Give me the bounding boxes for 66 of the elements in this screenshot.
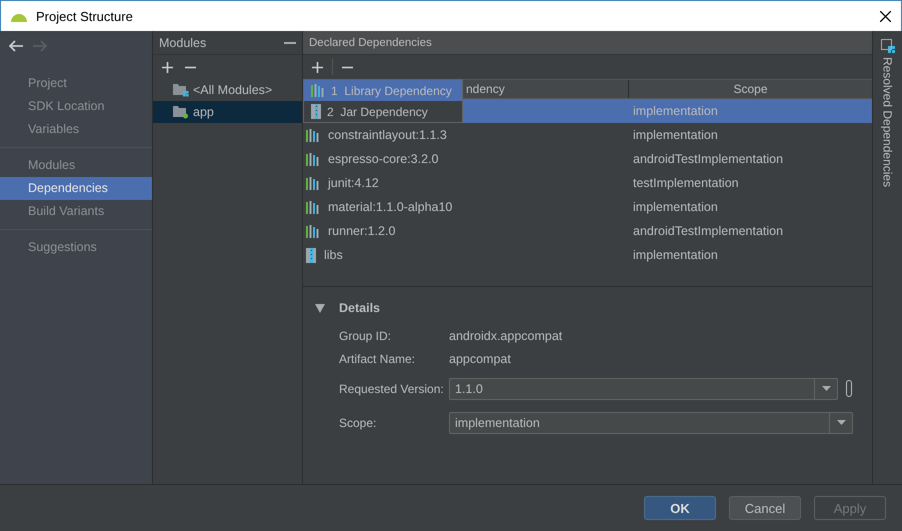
field-label: Scope:: [339, 416, 378, 430]
sidebar-item[interactable]: Dependencies: [0, 177, 152, 200]
jar-icon: [311, 104, 321, 119]
scope-text: implementation: [633, 104, 718, 118]
caret-icon: [822, 386, 830, 391]
library-icon: [306, 224, 320, 238]
sidebar-item[interactable]: Variables: [0, 118, 152, 141]
window-title: Project Structure: [36, 8, 133, 24]
dependency-row[interactable]: constraintlayout:1.1.3 implementation: [303, 123, 872, 147]
scope-text: implementation: [633, 128, 718, 142]
sidebar-item[interactable]: Suggestions: [0, 236, 152, 259]
sidebar-item[interactable]: Modules: [0, 154, 152, 177]
dependency-name: runner:1.2.0: [328, 224, 396, 238]
jar-icon: [306, 248, 316, 262]
sidebar-item[interactable]: Build Variants: [0, 200, 152, 223]
library-icon: [306, 152, 320, 166]
pane-title: Declared Dependencies: [309, 36, 432, 48]
library-icon: [306, 200, 320, 214]
field-label: Requested Version:: [339, 382, 445, 396]
scope-text: testImplementation: [633, 176, 739, 190]
library-icon: [311, 84, 325, 97]
dialog-button[interactable]: OK: [644, 496, 716, 520]
scope-combo-box[interactable]: implementation: [449, 412, 853, 434]
dependency-name: libs: [324, 248, 343, 262]
dependency-row[interactable]: material:1.1.0-alpha10 implementation: [303, 195, 872, 219]
section-title: Details: [339, 301, 380, 315]
dependency-name: material:1.1.0-alpha10: [328, 200, 452, 214]
folder-icon: [173, 105, 189, 119]
scope-text: implementation: [633, 200, 718, 214]
menu-item[interactable]: 2 Jar Dependency: [304, 101, 462, 122]
module-item[interactable]: <All Modules>: [153, 79, 302, 101]
dependency-row[interactable]: runner:1.2.0 androidTestImplementation: [303, 219, 872, 243]
dependency-name: junit:4.12: [328, 176, 379, 190]
add-icon[interactable]: [309, 62, 326, 72]
pane-title: Modules: [159, 36, 206, 50]
minimize-icon[interactable]: [284, 42, 296, 44]
side-tab[interactable]: Resolved Dependencies: [880, 57, 894, 188]
dependency-name: constraintlayout:1.1.3: [328, 128, 447, 142]
caret-icon: [836, 420, 846, 425]
module-item[interactable]: app: [153, 101, 302, 123]
field-value: androidx.appcompat: [449, 329, 562, 343]
scope-text: androidTestImplementation: [633, 224, 784, 238]
field-value: appcompat: [449, 352, 511, 366]
scope-text: implementation: [633, 248, 718, 262]
back-arrow-icon[interactable]: [9, 40, 23, 52]
scope-text: androidTestImplementation: [633, 152, 784, 166]
dialog-button[interactable]: Cancel: [729, 496, 801, 520]
folder-icon: [173, 83, 189, 97]
pill-icon[interactable]: [846, 380, 852, 397]
field-label: Group ID:: [339, 329, 392, 343]
dependency-row[interactable]: junit:4.12 testImplementation: [303, 171, 872, 195]
dependency-row[interactable]: espresso-core:3.2.0 androidTestImplementation: [303, 147, 872, 171]
sidebar-item[interactable]: SDK Location: [0, 95, 152, 118]
collapse-triangle-icon[interactable]: [315, 304, 325, 312]
library-icon: [306, 128, 320, 142]
version-combo-box[interactable]: 1.1.0: [449, 378, 838, 400]
column-header[interactable]: Scope: [629, 80, 872, 98]
close-icon[interactable]: [880, 10, 891, 22]
dependency-row[interactable]: libs implementation: [303, 243, 872, 267]
dependency-name: espresso-core:3.2.0: [328, 152, 438, 166]
add-icon[interactable]: [159, 62, 176, 72]
library-icon: [306, 176, 320, 190]
sidebar-item[interactable]: Project: [0, 72, 152, 95]
tool-window-icon[interactable]: [880, 39, 894, 53]
field-label: Artifact Name:: [339, 352, 416, 366]
menu-item[interactable]: 1 Library Dependency: [304, 80, 462, 101]
